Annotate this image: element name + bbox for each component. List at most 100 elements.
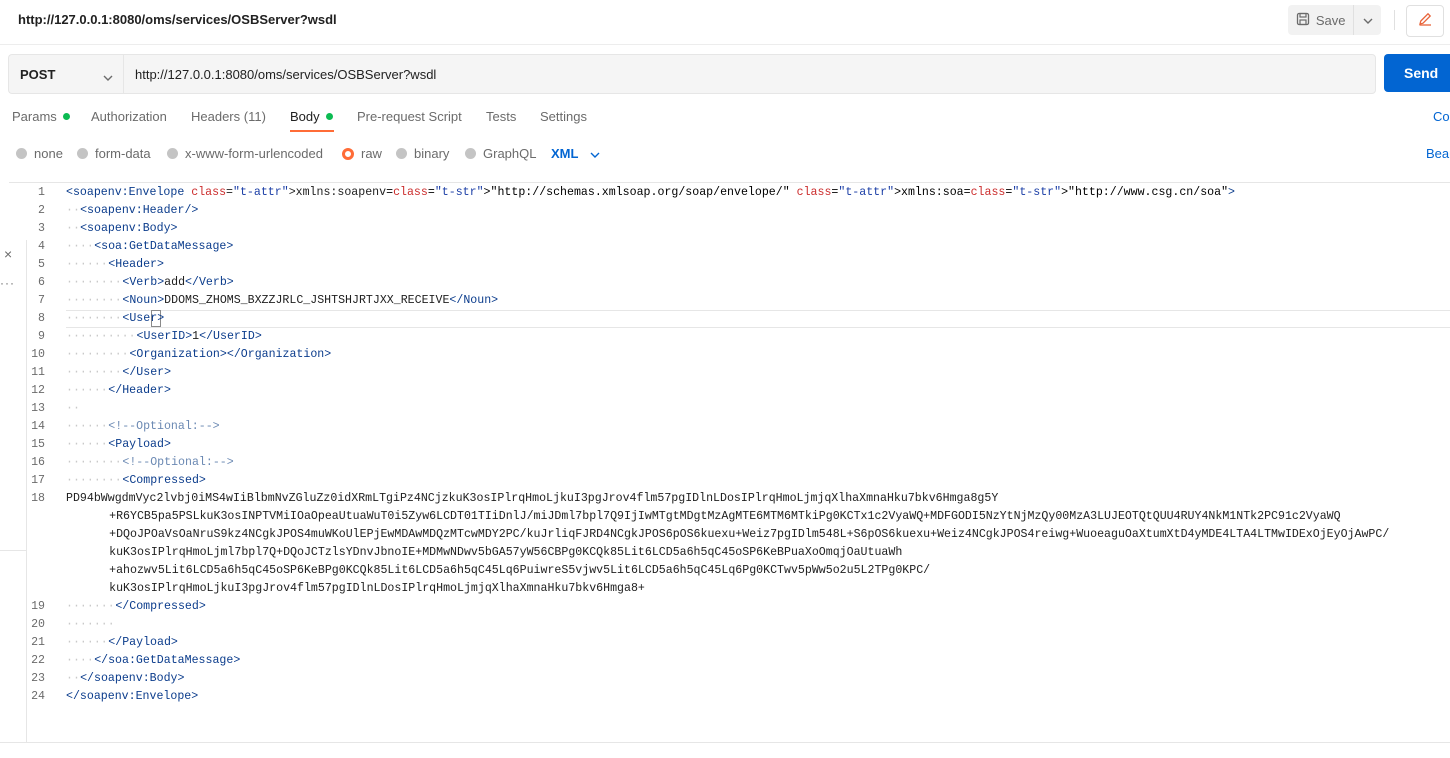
code-text: +DQoJPOaVsOaNruS9kz4NCgkJPOS4muWKoUlEPjE…: [109, 528, 1390, 541]
indent-guide: ··: [66, 672, 80, 685]
indent-guide: ······: [66, 438, 108, 451]
beautify-link[interactable]: Beau: [1426, 146, 1450, 161]
close-icon[interactable]: ×: [4, 246, 12, 262]
code-line[interactable]: kuK3osIPlrqHmoLjml7bpl7Q+DQoJCTzlsYDnvJb…: [9, 544, 1450, 562]
indent-guide: ······: [66, 258, 108, 271]
code-text: </soapenv:Envelope>: [66, 690, 199, 703]
more-options-icon[interactable]: ···: [0, 276, 15, 290]
radio-graphql[interactable]: GraphQL: [465, 146, 536, 161]
code-line[interactable]: 4 ···· <soa:GetDataMessage>: [9, 238, 1450, 256]
code-text: <Header>: [108, 258, 164, 271]
code-line[interactable]: 15 ······ <Payload>: [9, 436, 1450, 454]
tab-pre-request-script[interactable]: Pre-request Script: [357, 109, 462, 124]
code-line[interactable]: 3 ·· <soapenv:Body>: [9, 220, 1450, 238]
radio-circle: [77, 148, 88, 159]
code-line[interactable]: 19 ······· </Compressed>: [9, 598, 1450, 616]
code-line[interactable]: 20 ·······: [9, 616, 1450, 634]
code-line[interactable]: +ahozwv5Lit6LCD5a6h5qC45oSP6KeBPg0KCQk85…: [9, 562, 1450, 580]
chevron-down-icon: [1363, 11, 1373, 29]
tab-settings[interactable]: Settings: [540, 109, 587, 124]
indent-guide: ··: [66, 402, 80, 415]
code-text: <soa:GetDataMessage>: [94, 240, 234, 253]
send-button[interactable]: Send: [1384, 54, 1450, 92]
code-text: </Payload>: [108, 636, 178, 649]
code-text: <UserID>1</UserID>: [136, 330, 262, 343]
save-button[interactable]: Save: [1288, 5, 1353, 35]
code-line[interactable]: 10 ········· <Organization></Organization>: [9, 346, 1450, 364]
code-line[interactable]: 24 </soapenv:Envelope>: [9, 688, 1450, 706]
toolbar-divider: [1394, 10, 1395, 30]
radio-circle: [396, 148, 407, 159]
indent-guide: ··········: [66, 330, 136, 343]
tab-tests[interactable]: Tests: [486, 109, 516, 124]
code-line[interactable]: 16 ········ <!--Optional:-->: [9, 454, 1450, 472]
edit-button[interactable]: [1406, 5, 1444, 37]
indent-guide: ········: [66, 366, 122, 379]
code-text: <User>: [122, 312, 165, 325]
chevron-down-icon: [590, 146, 600, 161]
code-line[interactable]: 18 PD94bWwgdmVyc2lvbj0iMS4wIiBlbmNvZGluZz…: [9, 490, 1450, 508]
radio-circle: [16, 148, 27, 159]
code-line[interactable]: 1 <soapenv:Envelope class="t-attr">xmlns:…: [9, 184, 1450, 202]
tab-authorization[interactable]: Authorization: [91, 109, 167, 124]
radio-x-www-form-urlencoded[interactable]: x-www-form-urlencoded: [167, 146, 323, 161]
save-group: Save: [1288, 5, 1381, 35]
code-line[interactable]: 7 ········ <Noun>DDOMS_ZHOMS_BXZZJRLC_JSHT…: [9, 292, 1450, 310]
editor-bottom-border: [0, 742, 1450, 743]
line-number: 2: [38, 204, 45, 217]
code-line[interactable]: 23 ·· </soapenv:Body>: [9, 670, 1450, 688]
code-text: +R6YCB5pa5PSLkuK3osINPTVMiIOaOpeaUtuaWuT…: [109, 510, 1341, 523]
code-line[interactable]: kuK3osIPlrqHmoLjkuI3pgJrov4flm57pgIDlnLD…: [9, 580, 1450, 598]
code-line[interactable]: 9 ·········· <UserID>1</UserID>: [9, 328, 1450, 346]
tab-label: Body: [290, 109, 320, 124]
code-line[interactable]: 21 ······ </Payload>: [9, 634, 1450, 652]
tab-params[interactable]: Params: [12, 109, 70, 124]
tab-label: Pre-request Script: [357, 109, 462, 124]
code-line[interactable]: 14 ······ <!--Optional:-->: [9, 418, 1450, 436]
tab-label: Settings: [540, 109, 587, 124]
radio-circle-selected: [342, 147, 354, 160]
language-select[interactable]: XML: [551, 146, 600, 161]
indent-guide: ······: [66, 420, 108, 433]
indent-guide: ·······: [66, 618, 115, 631]
code-line[interactable]: 11 ········ </User>: [9, 364, 1450, 382]
indent-guide: ········: [66, 312, 122, 325]
radio-label: form-data: [95, 146, 151, 161]
code-line[interactable]: +R6YCB5pa5PSLkuK3osINPTVMiIOaOpeaUtuaWuT…: [9, 508, 1450, 526]
code-line[interactable]: 13 ··: [9, 400, 1450, 418]
code-text: </Compressed>: [115, 600, 206, 613]
line-number: 3: [38, 222, 45, 235]
code-line[interactable]: 8 ········ <User>: [9, 310, 1450, 328]
request-title[interactable]: http://127.0.0.1:8080/oms/services/OSBSe…: [18, 12, 337, 27]
code-text: kuK3osIPlrqHmoLjml7bpl7Q+DQoJCTzlsYDnvJb…: [109, 546, 903, 559]
radio-form-data[interactable]: form-data: [77, 146, 151, 161]
code-line[interactable]: +DQoJPOaVsOaNruS9kz4NCgkJPOS4muWKoUlEPjE…: [9, 526, 1450, 544]
radio-none[interactable]: none: [16, 146, 63, 161]
code-text: <soapenv:Body>: [80, 222, 178, 235]
code-line[interactable]: 2 ·· <soapenv:Header/>: [9, 202, 1450, 220]
url-input[interactable]: http://127.0.0.1:8080/oms/services/OSBSe…: [123, 54, 1376, 94]
tab-body[interactable]: Body: [290, 109, 333, 124]
save-options-button[interactable]: [1353, 5, 1381, 35]
method-label: POST: [20, 66, 56, 82]
code-text: <Compressed>: [122, 474, 206, 487]
radio-circle: [465, 148, 476, 159]
code-line[interactable]: 6 ········ <Verb>add</Verb>: [9, 274, 1450, 292]
indent-guide: ······: [66, 636, 108, 649]
pencil-icon: [1417, 11, 1433, 32]
side-panel-section: [0, 300, 26, 551]
radio-raw[interactable]: raw: [342, 146, 382, 161]
code-text: <soapenv:Header/>: [80, 204, 199, 217]
code-line[interactable]: 17 ········ <Compressed>: [9, 472, 1450, 490]
cookies-link[interactable]: Co: [1433, 109, 1450, 124]
code-line[interactable]: 5 ······ <Header>: [9, 256, 1450, 274]
method-select[interactable]: POST: [8, 54, 124, 94]
code-text: kuK3osIPlrqHmoLjkuI3pgJrov4flm57pgIDlnLD…: [109, 582, 645, 595]
tab-headers[interactable]: Headers (11): [191, 109, 266, 124]
code-text: <Organization></Organization>: [129, 348, 332, 361]
save-label: Save: [1315, 12, 1346, 28]
code-text: </soa:GetDataMessage>: [94, 654, 241, 667]
radio-binary[interactable]: binary: [396, 146, 449, 161]
code-line[interactable]: 12 ······ </Header>: [9, 382, 1450, 400]
code-line[interactable]: 22 ···· </soa:GetDataMessage>: [9, 652, 1450, 670]
